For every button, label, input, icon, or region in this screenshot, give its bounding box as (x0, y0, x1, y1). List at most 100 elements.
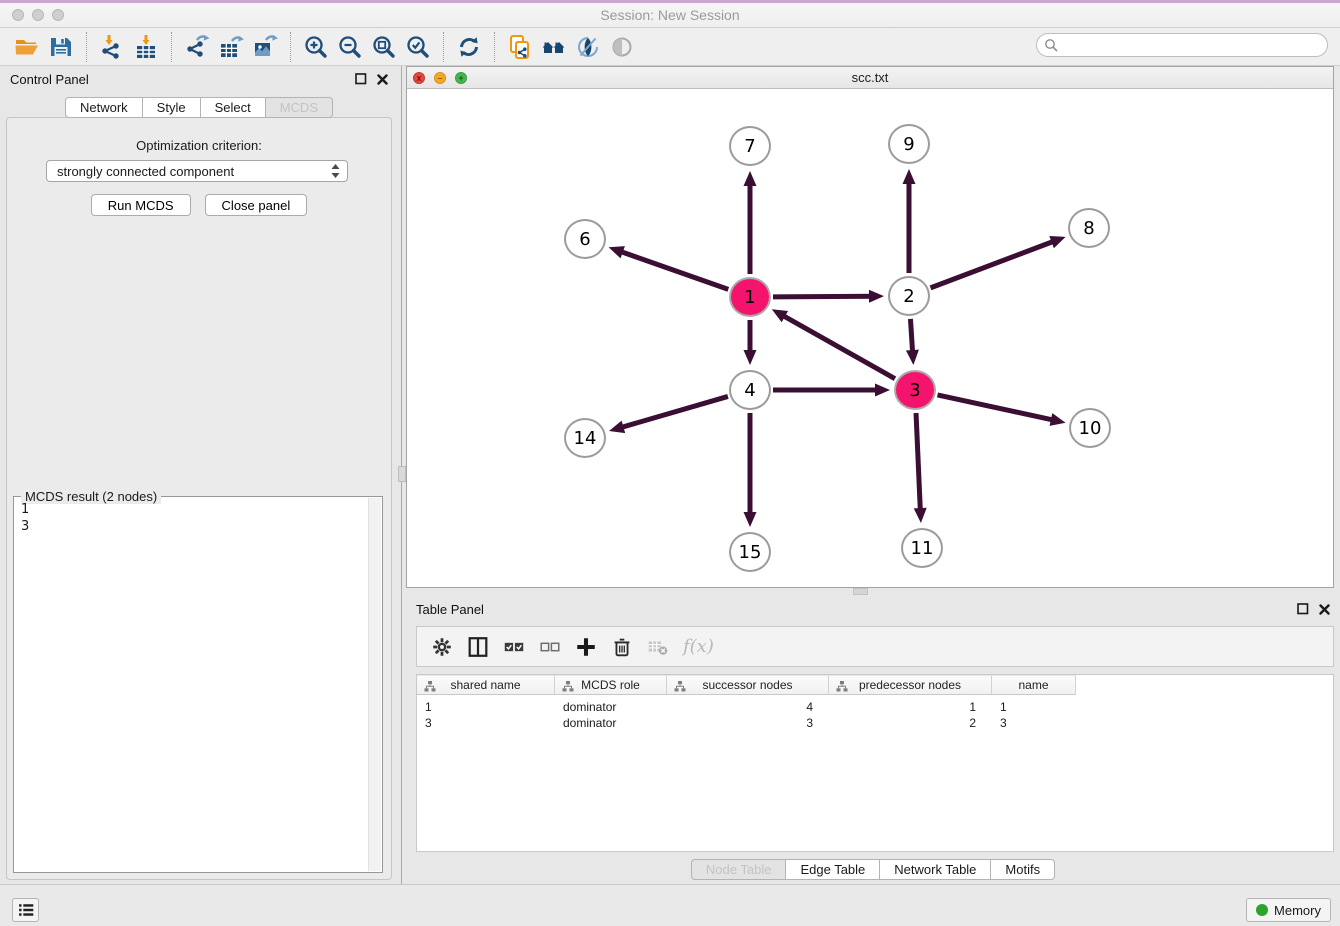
table-row[interactable]: 3dominator323 (417, 715, 1333, 731)
tab-select[interactable]: Select (201, 97, 266, 118)
cell[interactable]: 1 (992, 700, 1076, 714)
graph-node-14[interactable]: 14 (564, 418, 606, 458)
tab-node-table[interactable]: Node Table (691, 859, 787, 880)
tab-motifs[interactable]: Motifs (991, 859, 1055, 880)
graph-node-1[interactable]: 1 (729, 277, 771, 317)
horizontal-splitter-grip[interactable] (853, 588, 868, 595)
splitter-grip[interactable] (398, 466, 406, 482)
cell[interactable]: 1 (829, 700, 992, 714)
column-header-MCDS-role[interactable]: MCDS role (555, 675, 667, 695)
edge-1-4[interactable] (744, 320, 757, 365)
graph-node-4[interactable]: 4 (729, 370, 771, 410)
graph-node-3[interactable]: 3 (894, 370, 936, 410)
cell[interactable]: 3 (992, 716, 1076, 730)
close-panel-button[interactable]: Close panel (205, 194, 308, 216)
tab-style[interactable]: Style (143, 97, 201, 118)
zoom-selected-icon[interactable] (401, 31, 435, 63)
cell[interactable]: 3 (667, 716, 829, 730)
memory-button[interactable]: Memory (1246, 898, 1331, 922)
cell[interactable]: 4 (667, 700, 829, 714)
column-header-predecessor-nodes[interactable]: predecessor nodes (829, 675, 992, 695)
toggle-column-icon[interactable] (463, 632, 493, 662)
graph-node-7[interactable]: 7 (729, 126, 771, 166)
cell[interactable]: dominator (555, 700, 667, 714)
graph-node-15[interactable]: 15 (729, 532, 771, 572)
search-field[interactable] (1036, 33, 1328, 57)
show-panels-button[interactable] (12, 898, 39, 922)
show-graphics-details-icon[interactable] (571, 31, 605, 63)
import-table-icon[interactable] (129, 31, 163, 63)
control-panel-title: Control Panel (10, 72, 89, 87)
cell[interactable]: 3 (417, 716, 555, 730)
selected-criterion: strongly connected component (57, 164, 330, 179)
float-table-panel-icon[interactable] (1297, 603, 1309, 615)
import-network-icon[interactable] (95, 31, 129, 63)
toolbar-separator (443, 32, 444, 62)
edge-3-11[interactable] (914, 413, 927, 523)
network-from-selection-icon[interactable] (503, 31, 537, 63)
edge-2-9[interactable] (903, 169, 916, 273)
main-toolbar (0, 28, 1340, 66)
edge-3-1[interactable] (772, 309, 895, 378)
edge-1-6[interactable] (609, 246, 729, 289)
network-window-titlebar[interactable]: x – + scc.txt (407, 67, 1333, 89)
cell[interactable]: dominator (555, 716, 667, 730)
apply-layout-icon[interactable] (452, 31, 486, 63)
column-header-successor-nodes[interactable]: successor nodes (667, 675, 829, 695)
table-settings-icon[interactable] (427, 632, 457, 662)
hide-graphics-details-icon[interactable] (605, 31, 639, 63)
zoom-out-icon[interactable] (333, 31, 367, 63)
edge-4-14[interactable] (609, 396, 728, 433)
edge-1-7[interactable] (744, 171, 757, 274)
cell[interactable]: 1 (417, 700, 555, 714)
result-scrollbar[interactable] (368, 498, 381, 871)
function-builder-icon[interactable]: f(x) (679, 636, 714, 657)
create-column-icon[interactable] (571, 632, 601, 662)
tab-network-table[interactable]: Network Table (880, 859, 991, 880)
node-table[interactable]: shared nameMCDS rolesuccessor nodesprede… (416, 674, 1334, 852)
graph-node-6[interactable]: 6 (564, 219, 606, 259)
memory-status-icon (1256, 904, 1268, 916)
optimization-criterion-select[interactable]: strongly connected component (46, 160, 348, 182)
column-header-name[interactable]: name (992, 675, 1076, 695)
export-image-icon[interactable] (248, 31, 282, 63)
float-panel-icon[interactable] (355, 73, 367, 85)
graph-node-8[interactable]: 8 (1068, 208, 1110, 248)
table-row[interactable]: 1dominator411 (417, 699, 1333, 715)
run-mcds-button[interactable]: Run MCDS (91, 194, 191, 216)
export-table-icon[interactable] (214, 31, 248, 63)
select-all-icon[interactable] (499, 632, 529, 662)
open-file-icon[interactable] (10, 31, 44, 63)
delete-table-icon[interactable] (643, 632, 673, 662)
unselect-all-icon[interactable] (535, 632, 565, 662)
edge-4-15[interactable] (744, 413, 757, 527)
zoom-fit-icon[interactable] (367, 31, 401, 63)
graph-node-11[interactable]: 11 (901, 528, 943, 568)
zoom-in-icon[interactable] (299, 31, 333, 63)
mcds-result-list[interactable]: 13 (14, 499, 366, 870)
tab-mcds[interactable]: MCDS (266, 97, 333, 118)
edge-4-3[interactable] (773, 384, 890, 397)
edge-2-8[interactable] (931, 236, 1066, 288)
tab-network[interactable]: Network (65, 97, 143, 118)
graph-node-2[interactable]: 2 (888, 276, 930, 316)
search-input[interactable] (1058, 36, 1327, 54)
graph-node-9[interactable]: 9 (888, 124, 930, 164)
close-panel-icon[interactable] (377, 74, 388, 85)
edge-2-3[interactable] (906, 319, 919, 365)
close-table-panel-icon[interactable] (1319, 604, 1330, 615)
cell[interactable]: 2 (829, 716, 992, 730)
graph-node-10[interactable]: 10 (1069, 408, 1111, 448)
column-header-shared-name[interactable]: shared name (417, 675, 555, 695)
export-network-icon[interactable] (180, 31, 214, 63)
first-neighbors-icon[interactable] (537, 31, 571, 63)
delete-column-icon[interactable] (607, 632, 637, 662)
vertical-splitter[interactable] (398, 66, 406, 884)
stepper-arrows-icon (330, 163, 341, 179)
network-canvas[interactable]: 7 9 6 8 1 2 4 3 14 10 15 11 (407, 89, 1333, 587)
edge-1-2[interactable] (773, 290, 884, 303)
graph-edges (407, 89, 1333, 587)
tab-edge-table[interactable]: Edge Table (786, 859, 880, 880)
edge-3-10[interactable] (937, 395, 1065, 426)
save-session-icon[interactable] (44, 31, 78, 63)
